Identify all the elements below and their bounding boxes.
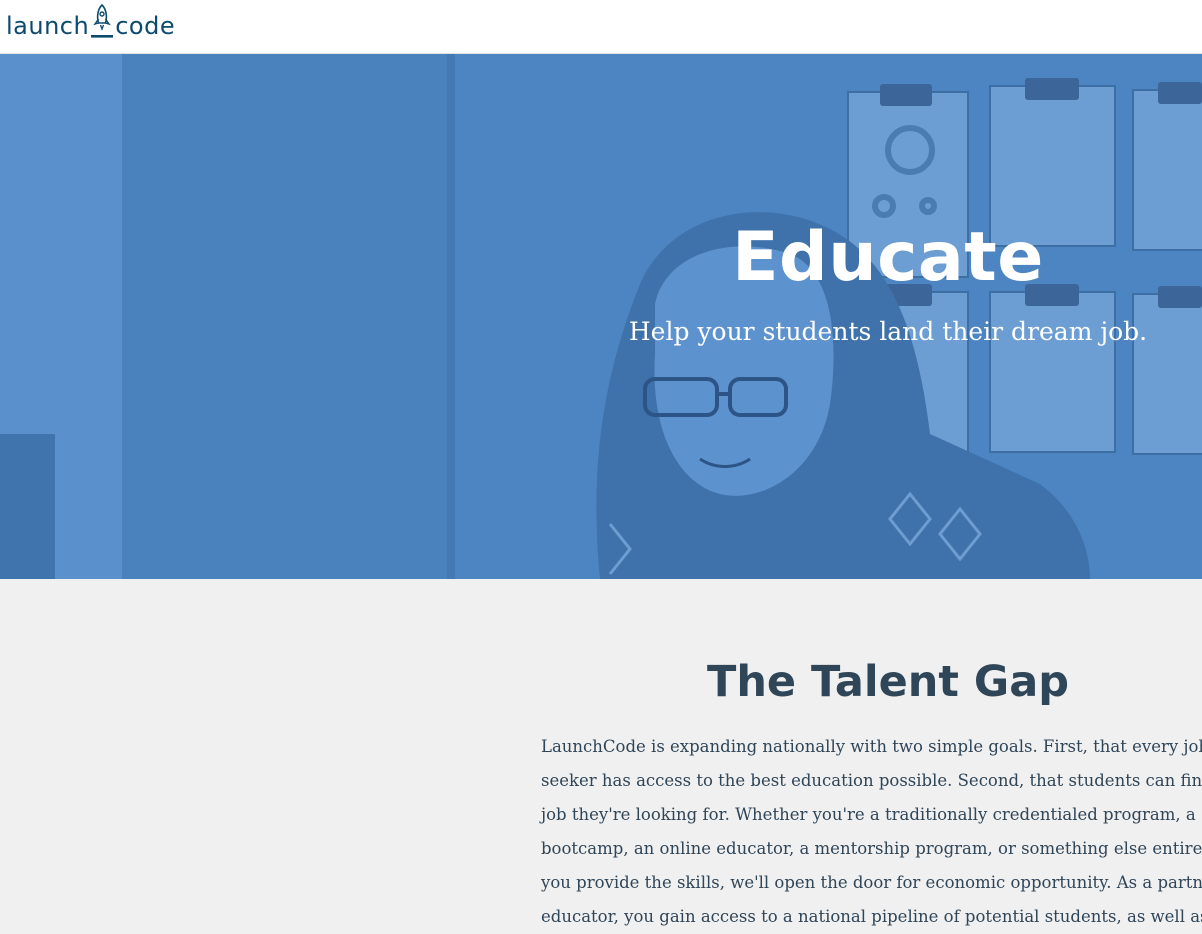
- logo-text-launch: launch: [6, 12, 90, 40]
- hero-subtitle: Help your students land their dream job.: [628, 317, 1148, 346]
- navbar: launch code: [0, 0, 1202, 54]
- logo-text-code: code: [115, 12, 176, 40]
- paragraph-line: seeker has access to the best education …: [541, 771, 1202, 790]
- hero-banner: Educate Help your students land their dr…: [0, 54, 1202, 579]
- hero-title: Educate: [732, 218, 1044, 297]
- talent-gap-paragraph: LaunchCode is expanding nationally with …: [541, 730, 1202, 934]
- launchcode-logo[interactable]: launch code: [6, 2, 175, 42]
- paragraph-line: LaunchCode is expanding nationally with …: [541, 737, 1202, 756]
- rocket-icon: [89, 4, 115, 42]
- paragraph-line: bootcamp, an online educator, a mentorsh…: [541, 839, 1202, 858]
- paragraph-line: you provide the skills, we'll open the d…: [541, 873, 1202, 892]
- paragraph-line: job they're looking for. Whether you're …: [541, 805, 1196, 824]
- paragraph-line: educator, you gain access to a national …: [541, 907, 1202, 926]
- section-title: The Talent Gap: [706, 657, 1069, 707]
